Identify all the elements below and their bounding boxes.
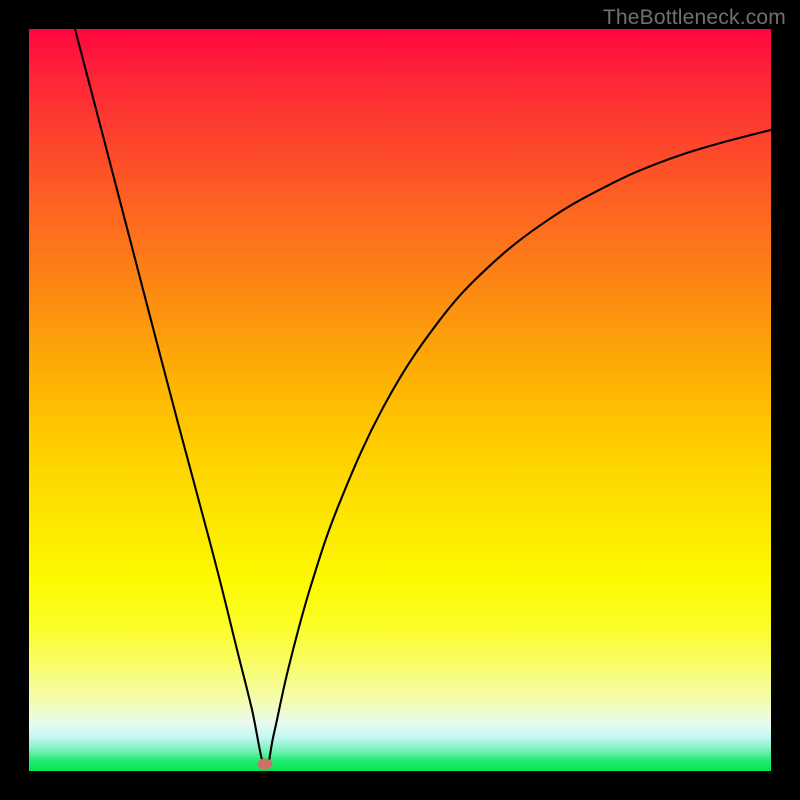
optimal-point-marker	[257, 759, 272, 770]
bottleneck-curve-path	[75, 29, 771, 768]
chart-plot-area	[29, 29, 771, 771]
bottleneck-curve	[29, 29, 771, 771]
watermark-text: TheBottleneck.com	[603, 6, 786, 30]
